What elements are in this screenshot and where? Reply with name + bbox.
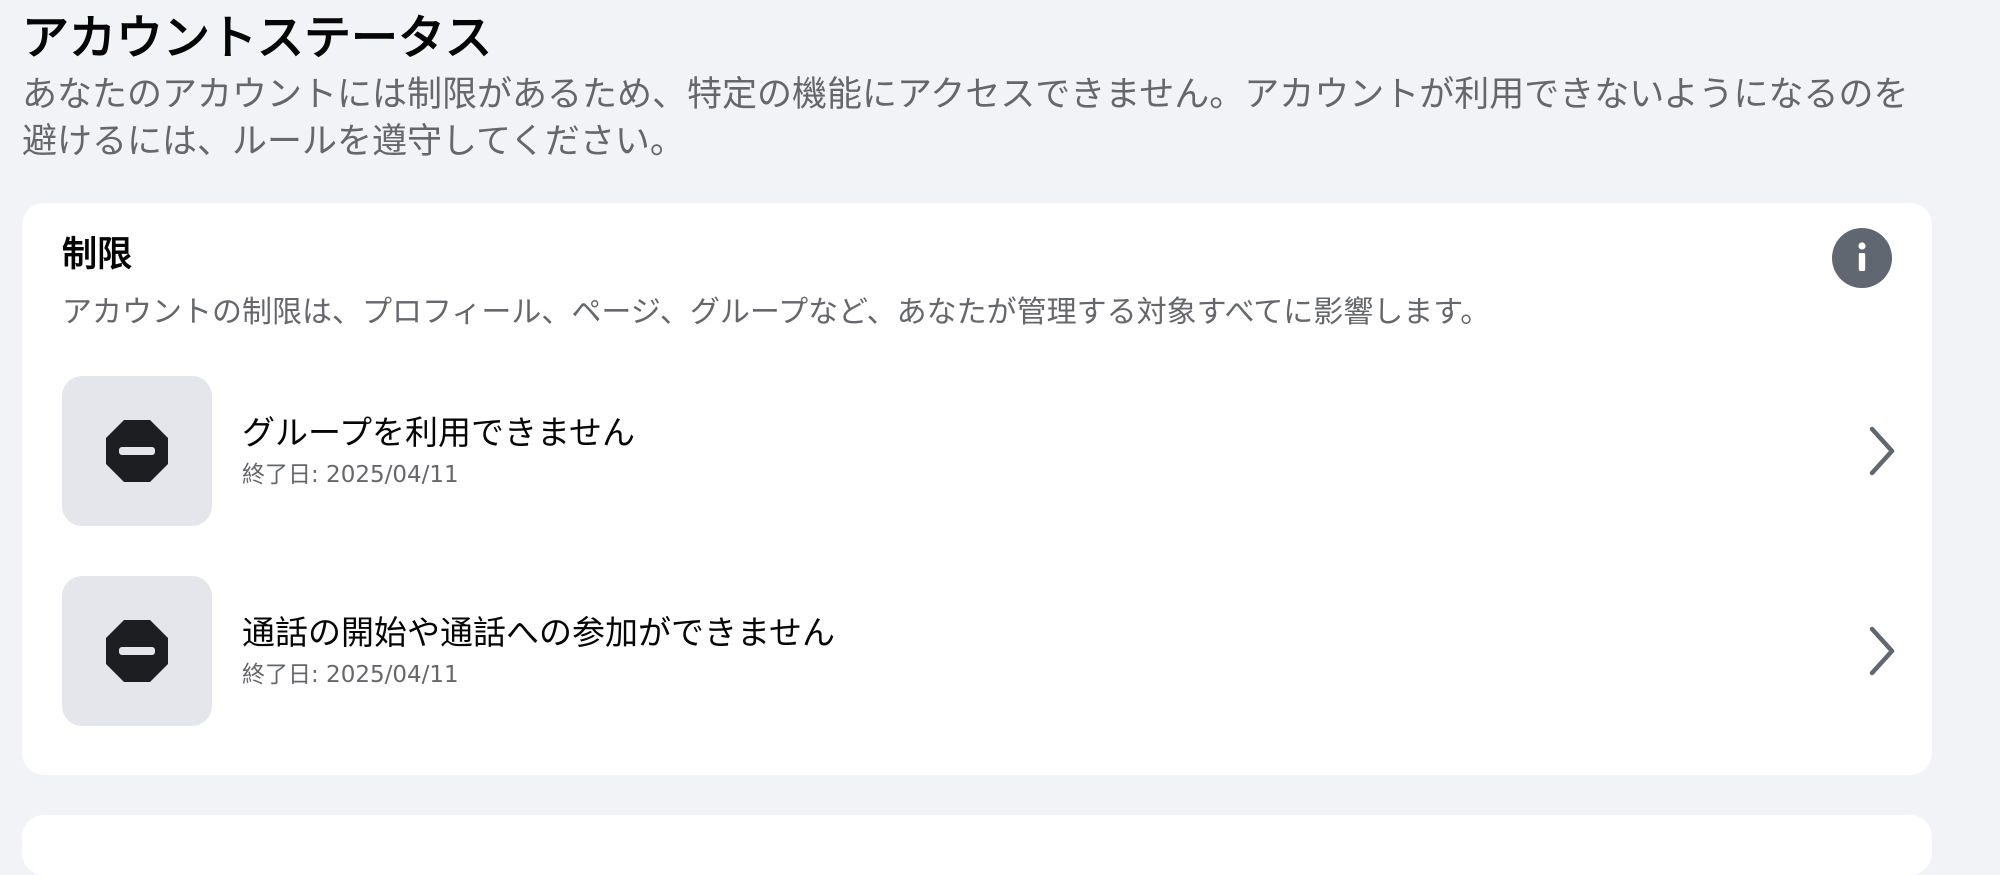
restriction-icon-box — [62, 376, 212, 526]
restriction-item-groups[interactable]: グループを利用できません 終了日: 2025/04/11 — [62, 376, 1902, 526]
page-subtitle: あなたのアカウントには制限があるため、特定の機能にアクセスできません。アカウント… — [22, 75, 1909, 162]
info-button[interactable] — [1832, 228, 1892, 288]
restriction-item-text: グループを利用できません 終了日: 2025/04/11 — [242, 411, 1742, 491]
chevron-right-icon — [1869, 626, 1895, 676]
restricted-icon — [106, 620, 168, 682]
restriction-item-title: 通話の開始や通話への参加ができません — [242, 613, 836, 652]
restriction-item-end-date: 終了日: 2025/04/11 — [242, 662, 459, 688]
chevron-right-icon — [1869, 426, 1895, 476]
restrictions-card-description: アカウントの制限は、プロフィール、ページ、グループなど、あなたが管理する対象すべ… — [62, 295, 1491, 330]
restriction-item-calls[interactable]: 通話の開始や通話への参加ができません 終了日: 2025/04/11 — [62, 576, 1902, 726]
next-card — [22, 815, 1932, 875]
restricted-icon — [106, 420, 168, 482]
restrictions-card-title: 制限 — [62, 235, 133, 275]
restriction-item-text: 通話の開始や通話への参加ができません 終了日: 2025/04/11 — [242, 611, 1742, 691]
restriction-icon-box — [62, 576, 212, 726]
info-icon — [1858, 242, 1866, 271]
restriction-item-end-date: 終了日: 2025/04/11 — [242, 462, 459, 488]
page-title: アカウントステータス — [22, 11, 492, 66]
restriction-item-title: グループを利用できません — [242, 413, 636, 452]
